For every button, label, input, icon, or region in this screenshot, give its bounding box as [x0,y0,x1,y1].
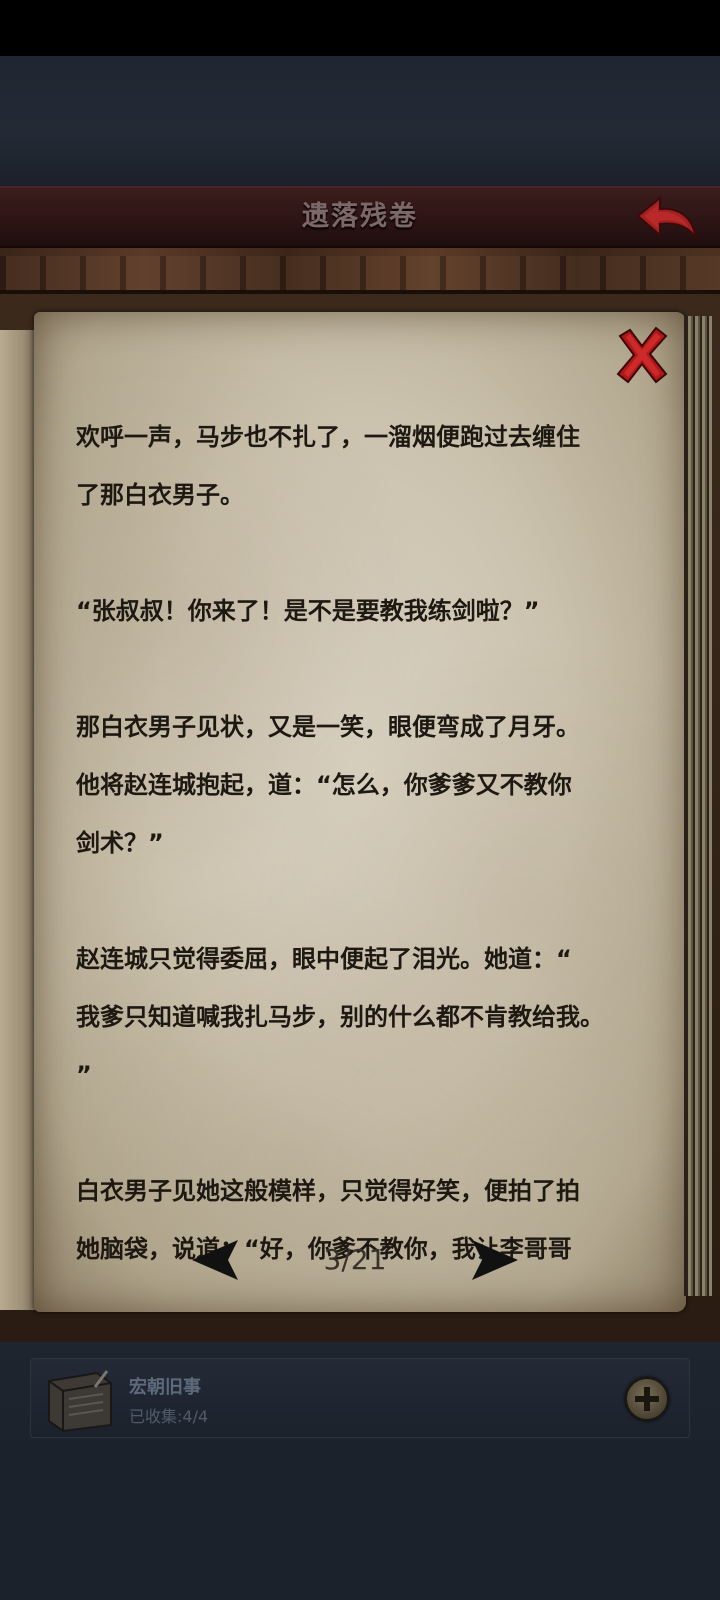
next-page-button[interactable] [468,1238,520,1282]
collection-bar: 宏朝旧事 已收集:4/4 [30,1358,690,1438]
text-line: 那白衣男子见状，又是一笑，眼便弯成了月牙。 [76,713,580,741]
text-line [76,1104,636,1162]
back-button[interactable] [634,194,700,244]
screen: 遗落残卷 欢呼一声，马步也不扎了，一溜烟便跑过去缠住 了那白衣男子。 “张叔叔！… [0,0,720,1600]
close-x-icon [616,326,668,384]
page-indicator: 3/21 [323,1243,387,1276]
prev-page-button[interactable] [190,1238,242,1282]
right-triangle-icon [472,1240,518,1280]
collection-title: 宏朝旧事 [129,1377,201,1398]
status-bar [0,0,720,56]
book-icon [45,1367,117,1433]
text-line: ” [76,1061,92,1089]
bottom-empty-area [0,1440,720,1600]
header-bar: 遗落残卷 [0,186,720,248]
text-line: 赵连城只觉得委屈，眼中便起了泪光。她道：“ [76,945,572,973]
text-line: 白衣男子见她这般模样，只觉得好笑，便拍了拍 [76,1177,580,1205]
text-line: 他将赵连城抱起，道：“怎么，你爹爹又不教你 [76,771,572,799]
story-text: 欢呼一声，马步也不扎了，一溜烟便跑过去缠住 了那白衣男子。 “张叔叔！你来了！是… [76,408,636,1278]
pager: 3/21 [190,1232,520,1288]
back-arrow-icon [636,195,697,239]
text-line [76,640,636,698]
left-triangle-icon [192,1240,238,1280]
text-line [76,524,636,582]
plus-icon [635,1387,659,1411]
text-line: 剑术？” [76,829,164,857]
text-line: 我爹只知道喊我扎马步，别的什么都不肯教给我。 [76,1003,604,1031]
add-button[interactable] [625,1377,669,1421]
background-top [0,56,720,186]
collection-count: 已收集:4/4 [129,1407,209,1426]
text-line: 欢呼一声，马步也不扎了，一溜烟便跑过去缠住 [76,423,580,451]
book-right-pages [684,316,712,1296]
page-title: 遗落残卷 [302,201,418,232]
close-button[interactable] [614,326,670,384]
text-line [76,872,636,930]
text-line: 了那白衣男子。 [76,481,244,509]
text-line: “张叔叔！你来了！是不是要教我练剑啦？” [76,597,540,625]
